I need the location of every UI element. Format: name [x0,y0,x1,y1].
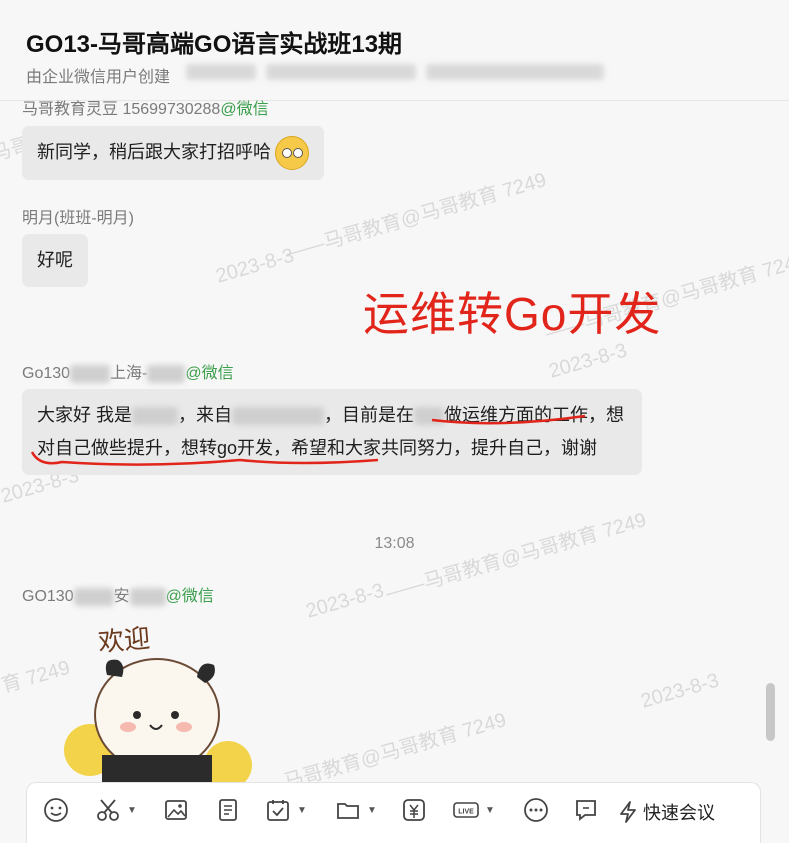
lightning-icon [620,801,636,823]
emoji-icon[interactable] [43,797,69,823]
watermark-date: 2023-8-3 [303,579,387,623]
message-bubble[interactable]: 新同学，稍后跟大家打招呼哈 [22,126,324,181]
message-bubble[interactable]: 大家好 我是 ，来自 ，目前是在 做运维方面的工作，想对自己做些提升，想转go开发，希… [22,389,642,475]
image-icon[interactable] [163,797,189,823]
more-chat-icon[interactable] [523,797,549,823]
message-text: ，来自 [178,405,233,425]
red-annotation: 运维转Go开发 [363,288,662,340]
chevron-down-icon[interactable]: ▼ [127,805,137,816]
emoji-icon [275,136,309,171]
message-sender: 马哥教育灵豆 15699730288@微信 [22,100,269,119]
sender-location: 上海- [110,365,148,382]
message-text: 新同学，稍后跟大家打招呼哈 [37,142,271,162]
chevron-down-icon[interactable]: ▼ [297,805,307,816]
comment-icon[interactable] [573,797,599,823]
document-icon[interactable] [215,797,241,823]
message-text: 大家好 我是 [37,405,133,425]
group-subtitle: 由企业微信用户创建 [26,69,171,86]
message-text: ，目前是在 [324,405,415,425]
watermark: ——马哥教育@马哥教育 7249 [282,169,549,265]
sender-source: @微信 [165,588,214,605]
live-icon[interactable]: LIVE ▼ [453,797,495,823]
redacted-text [232,407,325,426]
folder-icon[interactable]: ▼ [335,797,377,823]
group-title[interactable]: GO13-马哥高端GO语言实战班13期 [26,24,402,59]
message-sender: Go130 上海- @微信 [22,359,234,383]
redacted-text [147,364,186,383]
svg-text:LIVE: LIVE [458,809,474,816]
chevron-down-icon[interactable]: ▼ [485,805,495,816]
watermark-date: 2023-8-3 [546,339,630,383]
message-sender: GO130 安 @微信 [22,582,214,606]
redacted-text [414,407,445,426]
chat-header: GO13-马哥高端GO语言实战班13期 由企业微信用户创建 [0,0,789,101]
quick-meeting-button[interactable]: 快速会议 [617,799,715,825]
input-toolbar: ▼ ▼ ▼ LIVE ▼ 快速会议 [26,782,761,843]
scissors-icon[interactable]: ▼ [95,797,137,823]
timestamp: 13:08 [374,535,415,552]
watermark-date: 2023-8-3 [213,244,297,288]
message-text: 好呢 [37,250,73,270]
sender-name[interactable]: 马哥教育灵豆 15699730288 [22,101,220,118]
scrollbar-thumb[interactable] [766,683,775,741]
sender-name[interactable]: GO130 [22,588,74,605]
sender-location: 安 [113,588,130,605]
watermark: ——马哥教育@马哥教育 7249 [382,509,649,605]
sender-source: @微信 [185,365,234,382]
redacted-text [132,407,179,426]
payment-icon[interactable] [401,797,427,823]
redacted-text [70,364,111,383]
watermark-date: 2023-8-3 [638,669,722,713]
watermark: ——马哥教育@马哥教育 7249 [242,709,509,782]
redacted-text [129,587,166,606]
quick-meeting-label: 快速会议 [643,803,715,823]
message-sender[interactable]: 明月(班班-明月) [22,204,134,228]
redacted-subtitle [426,64,604,80]
chevron-down-icon[interactable]: ▼ [367,805,377,816]
sender-source: @微信 [220,101,269,118]
calendar-check-icon[interactable]: ▼ [265,797,307,823]
message-list[interactable]: 马哥教 ——马哥教育@马哥教育 7249 2023-8-3 ——马哥教育@马哥教… [0,100,789,782]
redacted-subtitle [186,64,256,80]
message-bubble[interactable]: 好呢 [22,234,88,287]
redacted-text [73,587,114,606]
redacted-subtitle [266,64,416,80]
sender-name[interactable]: Go130 [22,365,70,382]
panda-sticker-image[interactable] [62,615,252,782]
